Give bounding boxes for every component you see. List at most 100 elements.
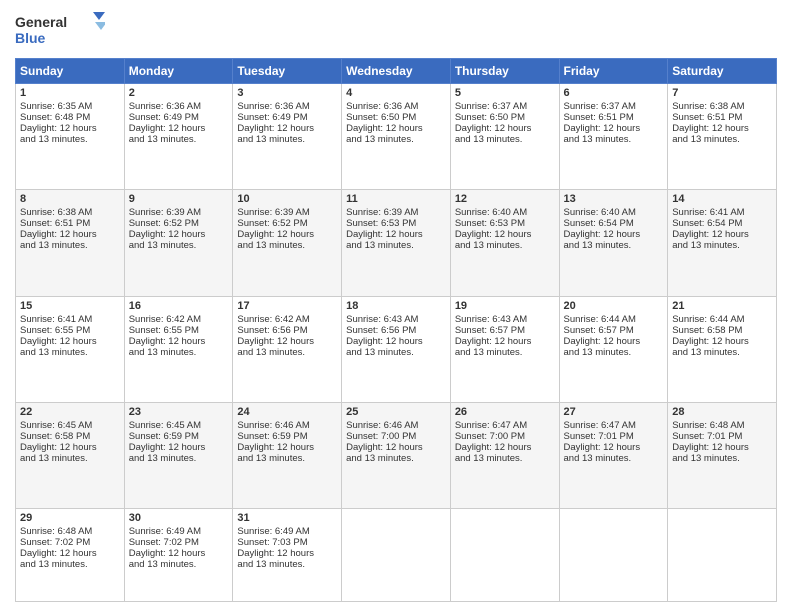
day-of-week-header: Monday	[124, 59, 233, 84]
daylight-minutes: and 13 minutes.	[346, 453, 414, 464]
calendar-cell: 15 Sunrise: 6:41 AM Sunset: 6:55 PM Dayl…	[16, 296, 125, 402]
calendar-cell: 4 Sunrise: 6:36 AM Sunset: 6:50 PM Dayli…	[342, 84, 451, 190]
sunset-label: Sunset: 6:57 PM	[455, 325, 525, 336]
daylight-minutes: and 13 minutes.	[237, 453, 305, 464]
sunrise-label: Sunrise: 6:39 AM	[129, 207, 201, 218]
calendar-cell: 22 Sunrise: 6:45 AM Sunset: 6:58 PM Dayl…	[16, 402, 125, 508]
daylight-minutes: and 13 minutes.	[20, 134, 88, 145]
day-number: 29	[20, 512, 120, 524]
daylight-minutes: and 13 minutes.	[564, 453, 632, 464]
daylight-minutes: and 13 minutes.	[20, 559, 88, 570]
calendar-cell: 9 Sunrise: 6:39 AM Sunset: 6:52 PM Dayli…	[124, 190, 233, 296]
calendar-cell: 17 Sunrise: 6:42 AM Sunset: 6:56 PM Dayl…	[233, 296, 342, 402]
calendar-cell: 14 Sunrise: 6:41 AM Sunset: 6:54 PM Dayl…	[668, 190, 777, 296]
calendar-cell: 21 Sunrise: 6:44 AM Sunset: 6:58 PM Dayl…	[668, 296, 777, 402]
daylight-label: Daylight: 12 hours	[129, 229, 206, 240]
day-number: 23	[129, 406, 229, 418]
day-number: 21	[672, 300, 772, 312]
daylight-label: Daylight: 12 hours	[20, 336, 97, 347]
sunset-label: Sunset: 7:02 PM	[129, 537, 199, 548]
sunrise-label: Sunrise: 6:45 AM	[20, 420, 92, 431]
daylight-label: Daylight: 12 hours	[237, 229, 314, 240]
daylight-minutes: and 13 minutes.	[564, 134, 632, 145]
day-number: 18	[346, 300, 446, 312]
daylight-label: Daylight: 12 hours	[346, 229, 423, 240]
calendar-cell: 29 Sunrise: 6:48 AM Sunset: 7:02 PM Dayl…	[16, 509, 125, 602]
calendar-cell: 13 Sunrise: 6:40 AM Sunset: 6:54 PM Dayl…	[559, 190, 668, 296]
sunset-label: Sunset: 6:58 PM	[20, 431, 90, 442]
sunset-label: Sunset: 6:51 PM	[20, 218, 90, 229]
calendar-cell: 10 Sunrise: 6:39 AM Sunset: 6:52 PM Dayl…	[233, 190, 342, 296]
day-of-week-header: Tuesday	[233, 59, 342, 84]
sunset-label: Sunset: 6:48 PM	[20, 112, 90, 123]
calendar-cell: 6 Sunrise: 6:37 AM Sunset: 6:51 PM Dayli…	[559, 84, 668, 190]
sunrise-label: Sunrise: 6:41 AM	[20, 314, 92, 325]
sunset-label: Sunset: 7:02 PM	[20, 537, 90, 548]
logo: General Blue	[15, 10, 105, 50]
sunset-label: Sunset: 6:53 PM	[346, 218, 416, 229]
daylight-label: Daylight: 12 hours	[346, 336, 423, 347]
daylight-label: Daylight: 12 hours	[564, 442, 641, 453]
calendar-cell	[450, 509, 559, 602]
daylight-minutes: and 13 minutes.	[564, 240, 632, 251]
day-number: 1	[20, 87, 120, 99]
sunrise-label: Sunrise: 6:39 AM	[237, 207, 309, 218]
sunset-label: Sunset: 6:59 PM	[129, 431, 199, 442]
day-number: 30	[129, 512, 229, 524]
sunrise-label: Sunrise: 6:48 AM	[672, 420, 744, 431]
daylight-label: Daylight: 12 hours	[20, 229, 97, 240]
sunrise-label: Sunrise: 6:38 AM	[20, 207, 92, 218]
daylight-label: Daylight: 12 hours	[346, 442, 423, 453]
day-number: 16	[129, 300, 229, 312]
sunset-label: Sunset: 6:55 PM	[20, 325, 90, 336]
calendar-header-row: SundayMondayTuesdayWednesdayThursdayFrid…	[16, 59, 777, 84]
sunset-label: Sunset: 6:52 PM	[129, 218, 199, 229]
daylight-label: Daylight: 12 hours	[672, 123, 749, 134]
day-of-week-header: Thursday	[450, 59, 559, 84]
sunrise-label: Sunrise: 6:41 AM	[672, 207, 744, 218]
daylight-label: Daylight: 12 hours	[672, 336, 749, 347]
day-of-week-header: Wednesday	[342, 59, 451, 84]
sunrise-label: Sunrise: 6:48 AM	[20, 526, 92, 537]
daylight-minutes: and 13 minutes.	[346, 347, 414, 358]
sunrise-label: Sunrise: 6:39 AM	[346, 207, 418, 218]
daylight-label: Daylight: 12 hours	[129, 336, 206, 347]
sunrise-label: Sunrise: 6:40 AM	[455, 207, 527, 218]
daylight-label: Daylight: 12 hours	[564, 336, 641, 347]
daylight-label: Daylight: 12 hours	[237, 442, 314, 453]
calendar-cell: 2 Sunrise: 6:36 AM Sunset: 6:49 PM Dayli…	[124, 84, 233, 190]
daylight-label: Daylight: 12 hours	[455, 442, 532, 453]
daylight-label: Daylight: 12 hours	[129, 123, 206, 134]
day-of-week-header: Friday	[559, 59, 668, 84]
calendar-cell: 20 Sunrise: 6:44 AM Sunset: 6:57 PM Dayl…	[559, 296, 668, 402]
day-number: 14	[672, 193, 772, 205]
day-number: 9	[129, 193, 229, 205]
sunset-label: Sunset: 6:50 PM	[346, 112, 416, 123]
daylight-minutes: and 13 minutes.	[672, 453, 740, 464]
day-number: 7	[672, 87, 772, 99]
day-number: 19	[455, 300, 555, 312]
sunrise-label: Sunrise: 6:45 AM	[129, 420, 201, 431]
calendar-cell	[342, 509, 451, 602]
calendar-cell: 30 Sunrise: 6:49 AM Sunset: 7:02 PM Dayl…	[124, 509, 233, 602]
day-number: 26	[455, 406, 555, 418]
daylight-label: Daylight: 12 hours	[455, 229, 532, 240]
sunrise-label: Sunrise: 6:44 AM	[564, 314, 636, 325]
calendar-cell: 7 Sunrise: 6:38 AM Sunset: 6:51 PM Dayli…	[668, 84, 777, 190]
day-number: 24	[237, 406, 337, 418]
sunrise-label: Sunrise: 6:36 AM	[237, 101, 309, 112]
calendar-cell: 12 Sunrise: 6:40 AM Sunset: 6:53 PM Dayl…	[450, 190, 559, 296]
sunrise-label: Sunrise: 6:35 AM	[20, 101, 92, 112]
svg-text:Blue: Blue	[15, 30, 46, 46]
day-number: 27	[564, 406, 664, 418]
sunset-label: Sunset: 7:00 PM	[346, 431, 416, 442]
header: General Blue	[15, 10, 777, 50]
daylight-label: Daylight: 12 hours	[20, 442, 97, 453]
sunset-label: Sunset: 6:56 PM	[237, 325, 307, 336]
daylight-minutes: and 13 minutes.	[20, 240, 88, 251]
sunset-label: Sunset: 7:01 PM	[564, 431, 634, 442]
calendar-cell	[559, 509, 668, 602]
daylight-minutes: and 13 minutes.	[129, 240, 197, 251]
daylight-minutes: and 13 minutes.	[564, 347, 632, 358]
day-of-week-header: Sunday	[16, 59, 125, 84]
